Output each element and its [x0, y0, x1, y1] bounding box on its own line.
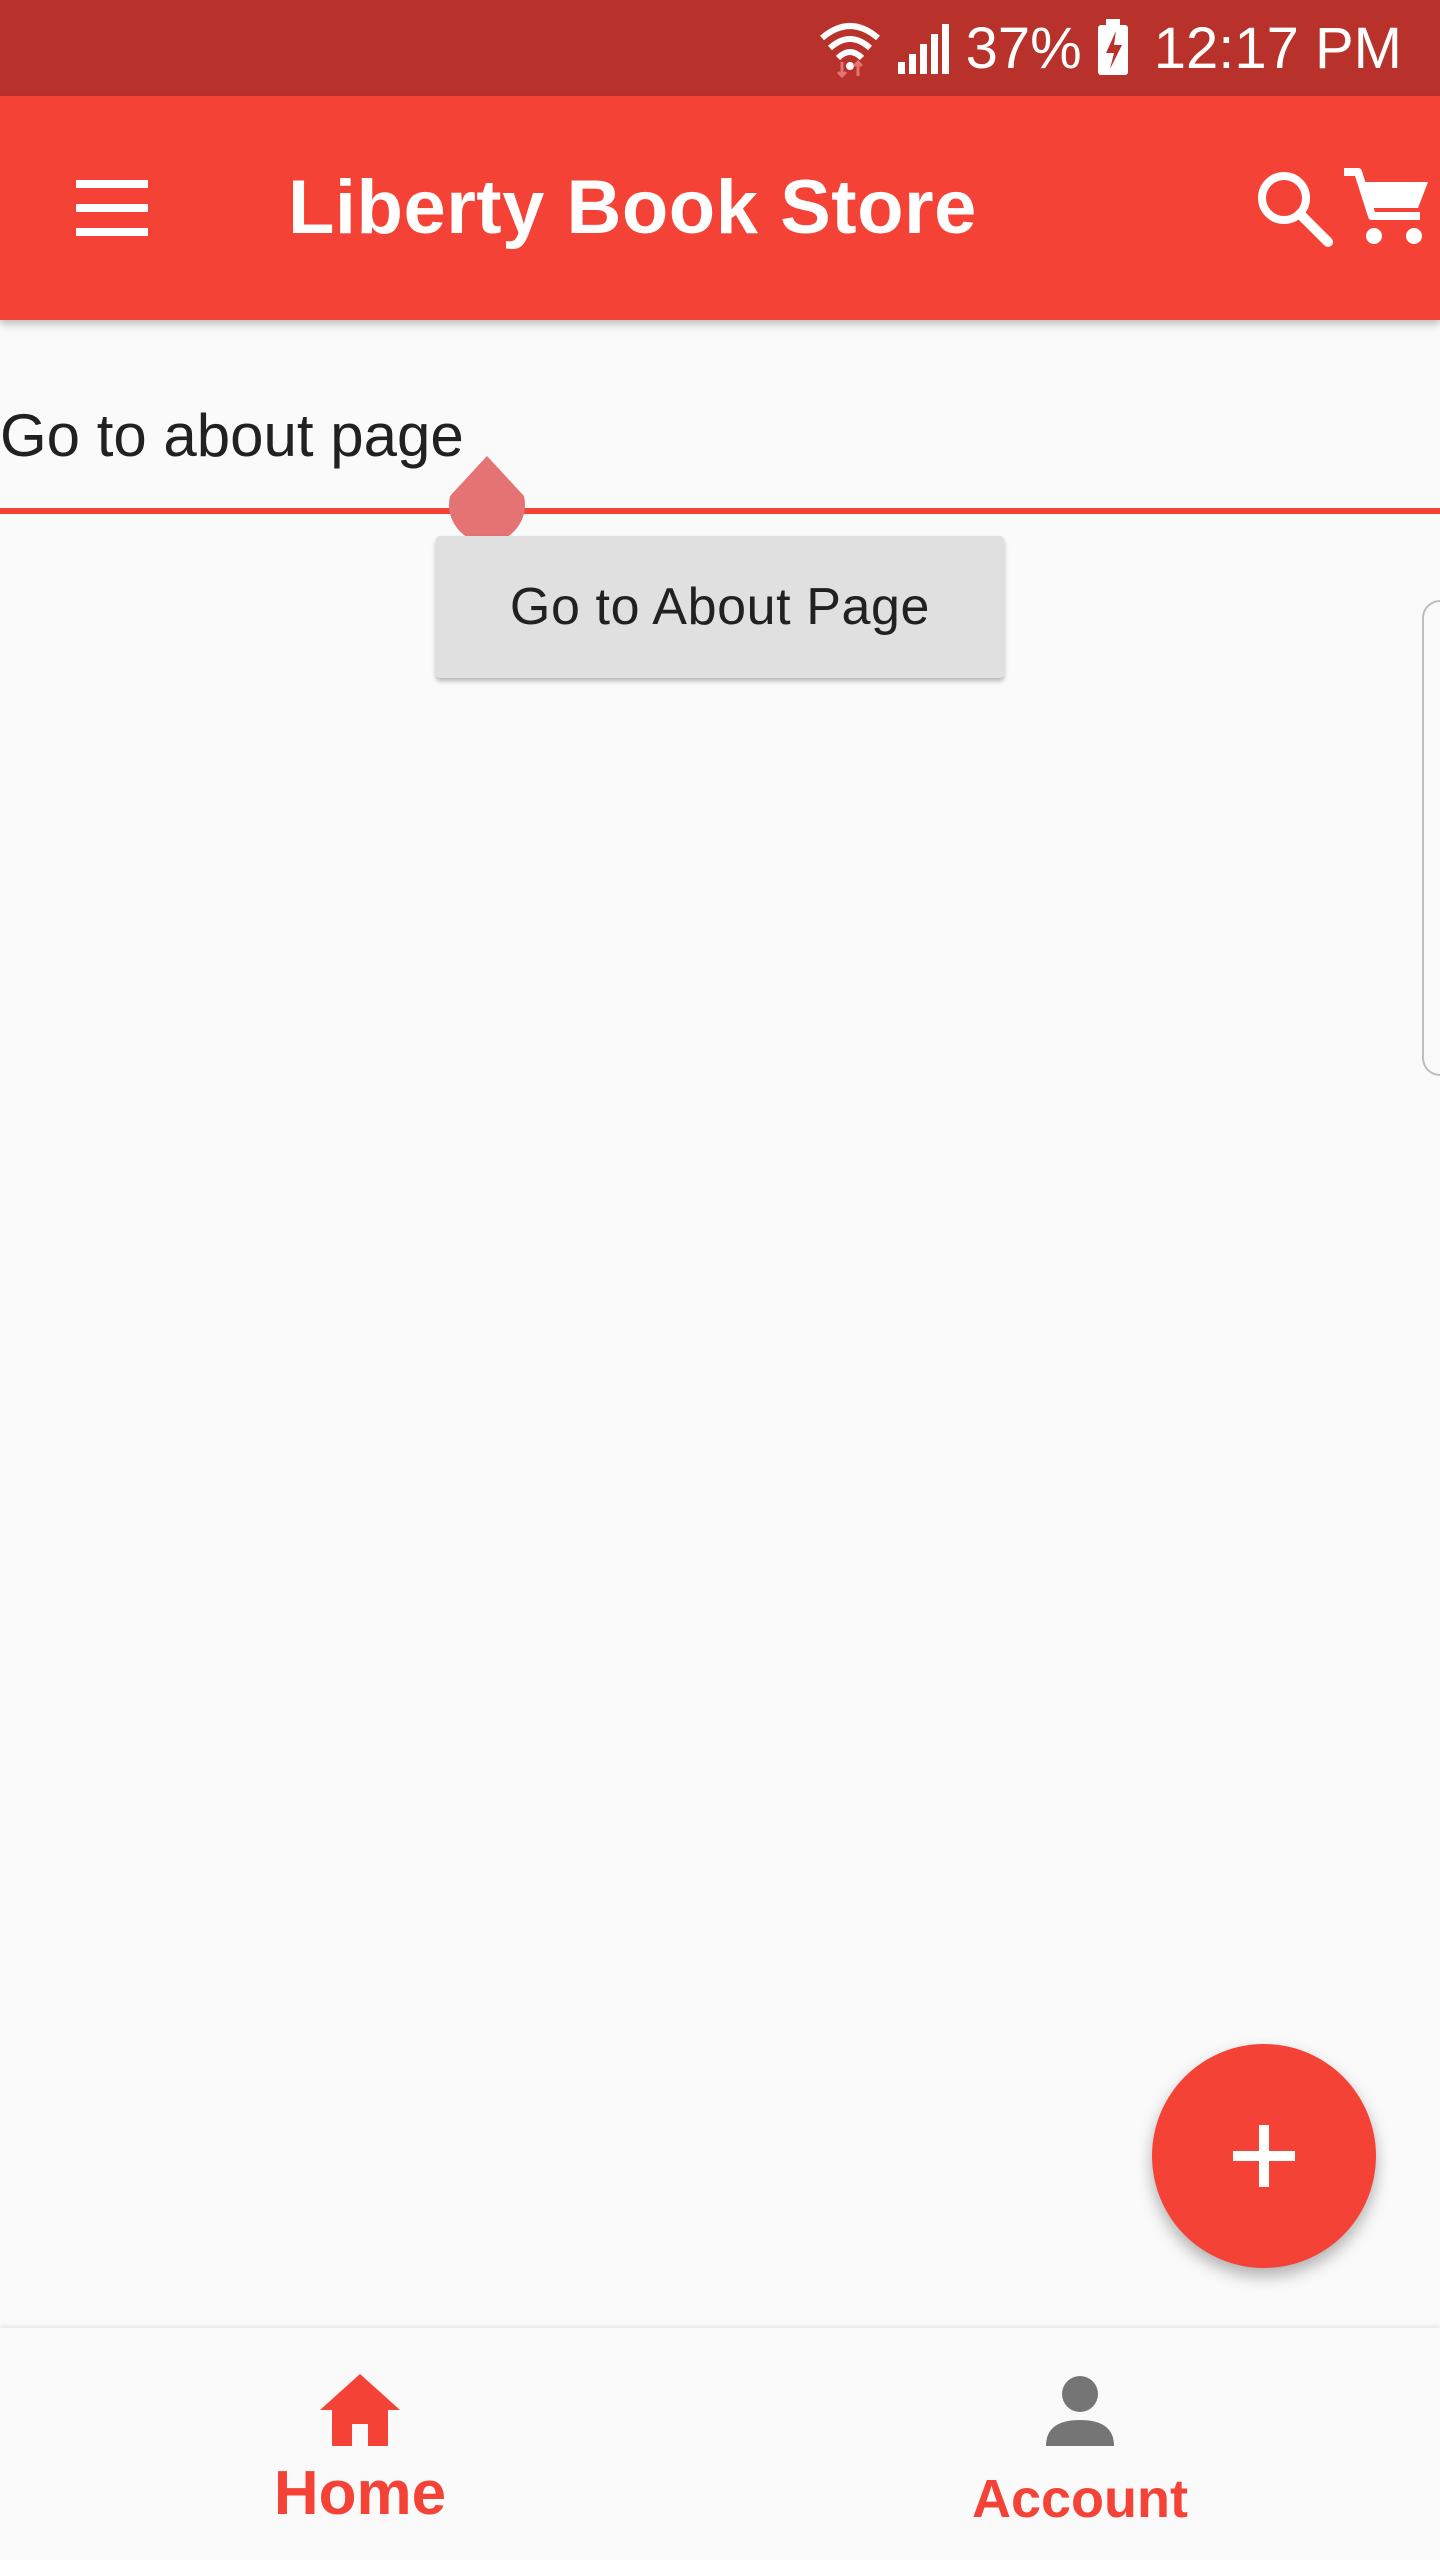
status-icons: 37% 12:17 PM [818, 0, 1402, 96]
about-text-field [0, 320, 1440, 516]
app-bar: Liberty Book Store [0, 96, 1440, 320]
clock: 12:17 PM [1153, 15, 1402, 81]
go-to-about-button[interactable]: Go to About Page [436, 536, 1004, 678]
person-icon [1046, 2376, 1114, 2446]
edge-panel-handle[interactable] [1422, 600, 1440, 1076]
nav-label-account: Account [972, 2469, 1188, 2529]
screen: 37% 12:17 PM Liberty Book Store Go to ab… [0, 0, 1440, 2560]
text-field-underline [0, 508, 1440, 514]
app-title: Liberty Book Store [288, 165, 977, 250]
menu-icon[interactable] [62, 166, 162, 250]
add-fab-button[interactable] [1152, 2044, 1376, 2268]
nav-item-home[interactable]: Home [0, 2328, 720, 2560]
cart-icon[interactable] [1342, 164, 1434, 252]
search-icon[interactable] [1252, 166, 1336, 250]
nav-item-account[interactable]: Account [720, 2328, 1440, 2560]
battery-percent: 37% [965, 15, 1082, 81]
about-text-input[interactable] [0, 380, 1440, 490]
wifi-icon [819, 23, 880, 78]
plus-icon [1233, 2125, 1295, 2187]
home-icon [320, 2374, 400, 2446]
battery-charging-icon [1097, 19, 1128, 75]
nav-label-home: Home [273, 2459, 447, 2528]
status-bar: 37% 12:17 PM [0, 0, 1440, 96]
bottom-navigation: Home Account [0, 2328, 1440, 2560]
signal-icon [897, 24, 949, 74]
